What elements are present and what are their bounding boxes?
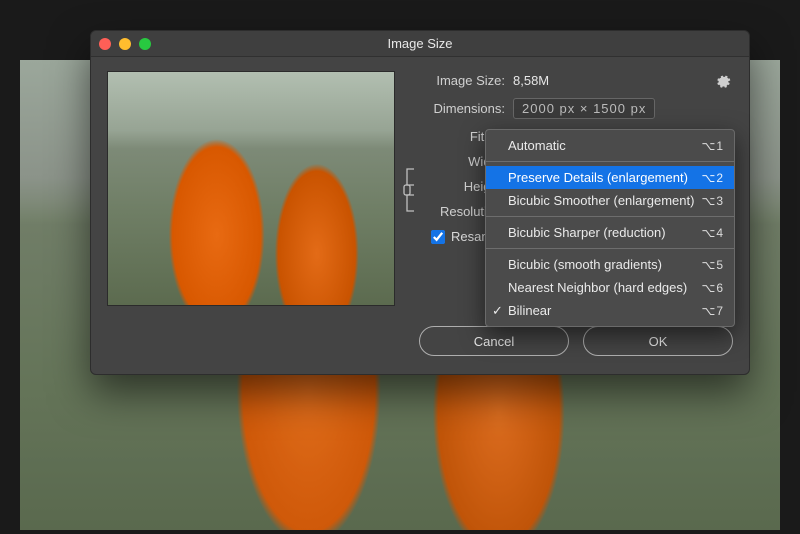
minimize-icon[interactable] <box>119 38 131 50</box>
window-traffic-lights <box>99 38 151 50</box>
resample-option-shortcut: ⌥1 <box>701 139 724 153</box>
image-size-value: 8,58M <box>513 73 549 88</box>
resample-option-label: Automatic <box>508 138 566 153</box>
image-preview[interactable] <box>107 71 395 306</box>
cancel-button[interactable]: Cancel <box>419 326 569 356</box>
dimensions-row: Dimensions: 2000 px × 1500 px <box>415 98 733 119</box>
menu-separator <box>486 248 734 249</box>
image-size-row: Image Size: 8,58M <box>415 73 733 88</box>
menu-separator <box>486 161 734 162</box>
resample-option-label: Nearest Neighbor (hard edges) <box>508 280 687 295</box>
resample-option-label: Bicubic (smooth gradients) <box>508 257 662 272</box>
resample-checkbox[interactable] <box>431 230 445 244</box>
dialog-titlebar[interactable]: Image Size <box>91 31 749 57</box>
resample-option-shortcut: ⌥4 <box>701 226 724 240</box>
dialog-title: Image Size <box>91 36 749 51</box>
resample-option-shortcut: ⌥6 <box>701 281 724 295</box>
maximize-icon[interactable] <box>139 38 151 50</box>
resample-option[interactable]: Bicubic Smoother (enlargement) ⌥3 <box>486 189 734 212</box>
image-size-label: Image Size: <box>415 73 505 88</box>
constrain-proportions-icon[interactable] <box>399 165 421 215</box>
dimensions-value[interactable]: 2000 px × 1500 px <box>513 98 655 119</box>
ok-button[interactable]: OK <box>583 326 733 356</box>
resample-option[interactable]: Bicubic Sharper (reduction) ⌥4 <box>486 221 734 244</box>
resample-option-shortcut: ⌥7 <box>701 304 724 318</box>
resample-option[interactable]: Preserve Details (enlargement) ⌥2 <box>486 166 734 189</box>
resample-option[interactable]: Nearest Neighbor (hard edges) ⌥6 <box>486 276 734 299</box>
resample-option[interactable]: Bicubic (smooth gradients) ⌥5 <box>486 253 734 276</box>
resample-option-label: Bilinear <box>508 303 551 318</box>
resample-option-label: Bicubic Sharper (reduction) <box>508 225 666 240</box>
resample-option[interactable]: Automatic ⌥1 <box>486 134 734 157</box>
resample-option-label: Bicubic Smoother (enlargement) <box>508 193 694 208</box>
resample-dropdown-menu[interactable]: Automatic ⌥1 Preserve Details (enlargement… <box>485 129 735 327</box>
resample-option-label: Preserve Details (enlargement) <box>508 170 688 185</box>
close-icon[interactable] <box>99 38 111 50</box>
resample-option-shortcut: ⌥5 <box>701 258 724 272</box>
resample-option-shortcut: ⌥2 <box>701 171 724 185</box>
resample-option-shortcut: ⌥3 <box>701 194 724 208</box>
gear-icon[interactable] <box>715 73 731 89</box>
image-size-dialog: Image Size Image Size: 8,58M Dimensions:… <box>90 30 750 375</box>
resample-option[interactable]: ✓ Bilinear ⌥7 <box>486 299 734 322</box>
check-icon: ✓ <box>492 303 503 319</box>
menu-separator <box>486 216 734 217</box>
dimensions-label: Dimensions: <box>415 101 505 116</box>
